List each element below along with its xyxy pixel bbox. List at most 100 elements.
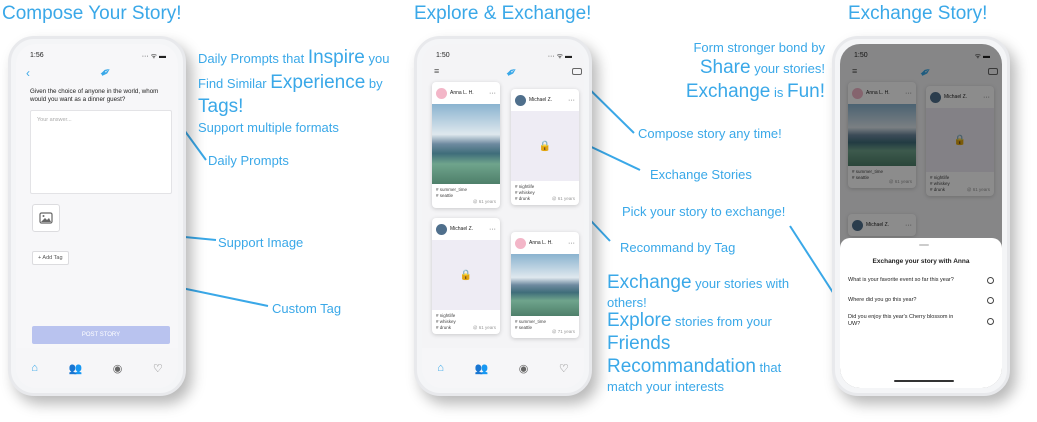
radio-button[interactable] [987,317,994,325]
compose-annotations: Daily Prompts that Inspire you Find Simi… [198,46,389,137]
ann-line1-pre: Daily Prompts that [198,51,308,66]
home-indicator [894,380,954,382]
more-icon[interactable]: ··· [568,97,575,104]
ann-friends-big: Friends [607,333,671,355]
ann-exchange-rest2: others! [607,294,647,310]
daily-prompt-text: Given the choice of anyone in the world,… [30,88,159,104]
ann-line3-big: Tags! [198,96,244,118]
story-card[interactable]: Michael Z. ··· 🔒 # nightlife # whiskey # … [432,218,500,334]
ann-recommand-rest2: match your interests [607,378,725,394]
more-icon[interactable]: ··· [568,240,575,247]
ann-recommand-rest: that [755,359,782,375]
sheet-title: Exchange your story with Anna [872,258,970,265]
ann-line1-big: Inspire [307,47,365,68]
add-tag-button[interactable]: + Add Tag [32,251,69,265]
exchange-option[interactable]: Did you enjoy this year's Cherry blossom… [848,312,994,330]
tab-bar: ⌂ 👥 ◉ ♡ [422,348,584,388]
ann-support-image: Support Image [218,235,304,250]
ann-compose-any-time: Compose story any time! [638,126,782,141]
ann-exchange-big: Exchange [607,272,692,293]
story-card[interactable]: Michael Z. ··· 🔒 # nightlife # whiskey # … [511,89,579,205]
feather-icon: ✒ [96,62,115,83]
card-time: @ 61 years [472,199,496,205]
exchange-option[interactable]: What is your favorite event so far this … [848,274,994,286]
explore-phone: 1:50 ··· ᯤ ▬ ≡ ✒ Anna L. H. ··· # summer_t… [414,36,592,396]
heart-icon[interactable]: ♡ [559,362,569,375]
status-time: 1:50 [436,52,450,59]
card-tags: # summer_time # seattle [436,187,468,198]
exchange-annotations: Form stronger bond by Share your stories… [660,40,825,104]
camera-icon[interactable] [572,68,582,75]
story-card[interactable]: Anna L. H. ··· # summer_time # seattle @ 7… [511,232,579,338]
home-icon[interactable]: ⌂ [31,362,38,374]
lock-icon: 🔒 [432,240,500,310]
sheet-handle[interactable] [919,244,929,246]
card-time: @ 61 years [472,325,496,331]
home-icon[interactable]: ⌂ [437,362,444,374]
story-card[interactable]: Anna L. H. ··· # summer_time # seattle @ 6… [432,82,500,208]
profile-icon[interactable]: ◉ [519,362,529,375]
explore-feature-list: Exchange your stories with others! Explo… [607,272,789,394]
profile-icon[interactable]: ◉ [113,362,123,375]
avatar [515,94,526,106]
ann-line2-pre: Find Similar [198,75,271,91]
radio-button[interactable] [987,296,994,304]
ann-share-rest: your stories! [750,61,825,77]
status-icons: ··· ᯤ ▬ [547,53,572,60]
exchange-sheet: Exchange your story with Anna What is yo… [840,238,1002,388]
more-icon[interactable]: ··· [489,226,496,233]
people-icon[interactable]: 👥 [474,362,488,375]
compose-phone: 1:56 ··· ᯤ ▬ ‹ ✒ Given the choice of anyo… [8,36,186,396]
ann-exchange-is-big: Exchange [685,81,771,102]
option-text: What is your favorite event so far this … [848,277,954,283]
status-icons: ··· ᯤ ▬ [141,53,166,60]
option-text: Where did you go this year? [848,297,917,303]
status-time: 1:56 [30,52,44,59]
back-icon[interactable]: ‹ [26,66,30,80]
post-story-button[interactable]: POST STORY [32,326,170,344]
story-image [511,254,579,316]
feather-icon: ✒ [502,62,521,83]
card-user: Michael Z. [450,226,474,232]
exchange-option[interactable]: Where did you go this year? [848,294,994,306]
ann-recommand-big: Recommandation [607,355,756,377]
ann-exchange-stories: Exchange Stories [650,167,752,182]
ann-custom-tag: Custom Tag [272,301,342,316]
heart-icon[interactable]: ♡ [153,362,163,375]
card-time: @ 71 years [551,329,575,335]
ann-form-bond: Form stronger bond by [693,40,825,55]
add-image-button[interactable] [32,204,60,232]
ann-exchange-rest: your stories with [691,276,790,291]
ann-fun-big: Fun! [786,81,825,102]
ann-line4: Support multiple formats [198,120,339,136]
answer-placeholder: Your answer... [37,117,72,123]
image-icon [39,212,53,224]
avatar [436,223,447,235]
radio-button[interactable] [987,276,994,284]
card-tags: # summer_time # seattle [515,319,547,330]
answer-input[interactable]: Your answer... [30,110,172,194]
option-text: Did you enjoy this year's Cherry blossom… [848,313,954,327]
ann-daily-prompts: Daily Prompts [208,153,289,168]
story-image [432,104,500,184]
ann-line2-post: by [365,75,383,91]
ann-explore-big: Explore [607,310,672,332]
ann-explore-rest: stories from your [671,314,772,330]
ann-recommand-by-tag: Recommand by Tag [620,240,736,255]
card-tags: # nightlife # whiskey # drunk [515,184,535,201]
tab-bar: ⌂ 👥 ◉ ♡ [16,348,178,388]
ann-is: is [770,85,787,100]
lock-icon: 🔒 [511,111,579,181]
ann-line1-post: you [364,51,390,66]
card-tags: # nightlife # whiskey # drunk [436,313,456,330]
ann-share-big: Share [699,57,751,79]
ann-line2-big: Experience [270,71,366,93]
avatar [436,87,447,99]
more-icon[interactable]: ··· [489,90,496,97]
card-user: Anna L. H. [529,240,553,246]
card-user: Anna L. H. [450,90,474,96]
menu-icon[interactable]: ≡ [434,66,439,76]
people-icon[interactable]: 👥 [68,362,82,375]
avatar [515,237,526,249]
card-time: @ 61 years [551,196,575,202]
